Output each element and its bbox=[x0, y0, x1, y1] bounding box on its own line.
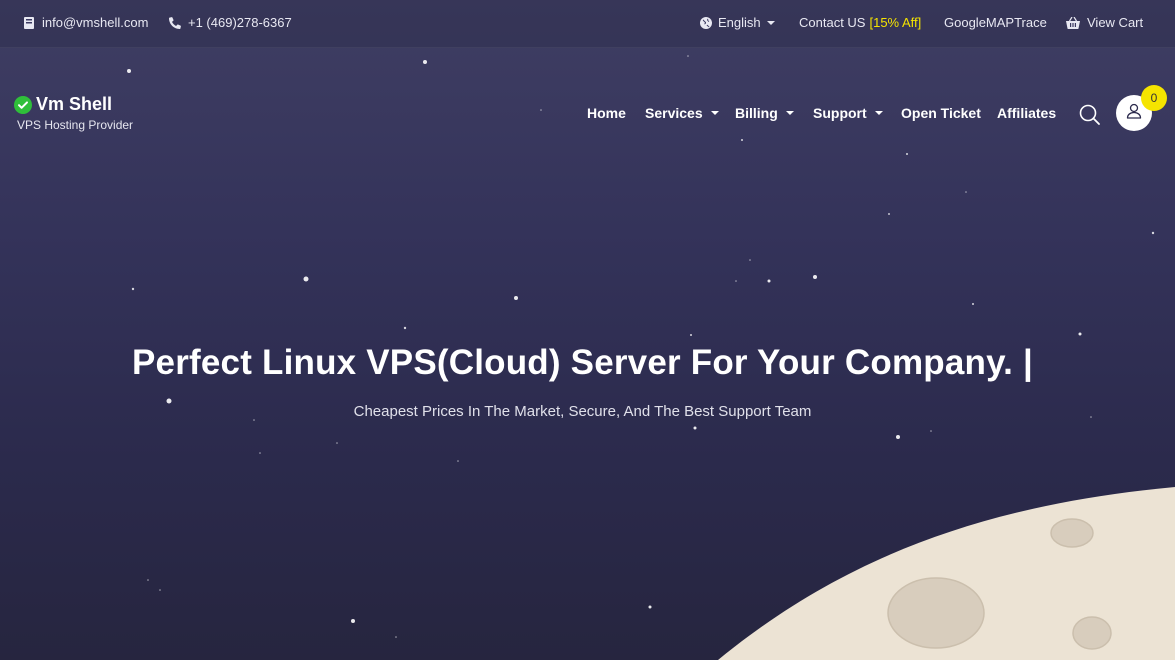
nav-support[interactable]: Support bbox=[813, 105, 883, 121]
chevron-down-icon bbox=[710, 111, 719, 115]
nav-services-label: Services bbox=[645, 105, 703, 121]
phone-icon bbox=[169, 16, 181, 29]
top-bar: info@vmshell.com +1 (469)278-6367 Englis… bbox=[0, 0, 1175, 48]
chevron-down-icon bbox=[766, 20, 775, 25]
nav-open-ticket[interactable]: Open Ticket bbox=[901, 105, 981, 121]
chevron-down-icon bbox=[785, 111, 794, 115]
nav-affiliates[interactable]: Affiliates bbox=[997, 105, 1056, 121]
nav-home[interactable]: Home bbox=[587, 105, 626, 121]
view-cart-link[interactable]: View Cart bbox=[1066, 15, 1143, 30]
moon-illustration bbox=[718, 487, 1175, 660]
email-text: info@vmshell.com bbox=[42, 15, 149, 30]
email-link[interactable]: info@vmshell.com bbox=[24, 15, 148, 30]
phone-text: +1 (469)278-6367 bbox=[188, 15, 292, 30]
phone-link[interactable]: +1 (469)278-6367 bbox=[169, 15, 292, 30]
nav-billing-label: Billing bbox=[735, 105, 778, 121]
nav-services[interactable]: Services bbox=[645, 105, 719, 121]
contact-label: Contact US bbox=[799, 15, 866, 30]
search-icon[interactable] bbox=[1079, 104, 1101, 131]
nav-support-label: Support bbox=[813, 105, 867, 121]
affiliate-badge: [15% Aff] bbox=[869, 15, 922, 30]
cart-count-badge: 0 bbox=[1141, 85, 1167, 111]
user-icon bbox=[1126, 103, 1142, 124]
hero-title: Perfect Linux VPS(Cloud) Server For Your… bbox=[132, 343, 1033, 382]
basket-icon bbox=[1066, 16, 1080, 29]
nav-affiliates-label: Affiliates bbox=[997, 105, 1057, 121]
globe-icon bbox=[700, 16, 712, 29]
hero-subtitle: Cheapest Prices In The Market, Secure, A… bbox=[353, 403, 812, 420]
nav-open-ticket-label: Open Ticket bbox=[901, 105, 981, 121]
language-selector[interactable]: English bbox=[700, 15, 775, 30]
main-nav: Home Services Billing Support Open Ticke… bbox=[0, 105, 1175, 125]
view-cart-label: View Cart bbox=[1087, 15, 1144, 30]
book-icon bbox=[24, 16, 34, 29]
chevron-down-icon bbox=[874, 111, 883, 115]
contact-link[interactable]: Contact US [15% Aff] bbox=[799, 15, 921, 30]
trace-label: GoogleMAPTrace bbox=[944, 15, 1047, 30]
nav-billing[interactable]: Billing bbox=[735, 105, 794, 121]
trace-link[interactable]: GoogleMAPTrace bbox=[944, 15, 1047, 30]
nav-home-label: Home bbox=[587, 105, 626, 121]
language-label: English bbox=[718, 15, 761, 30]
